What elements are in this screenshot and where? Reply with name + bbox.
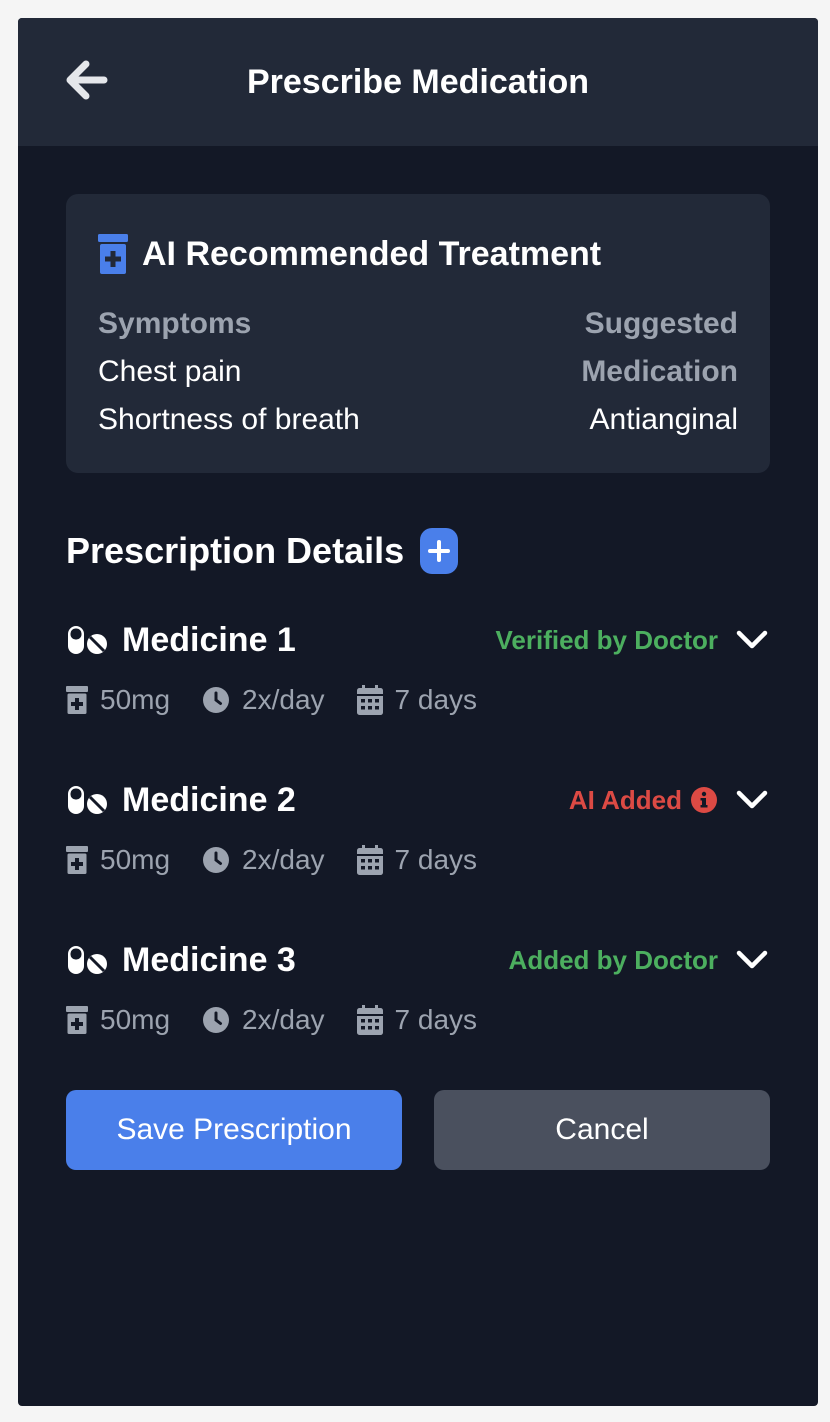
symptoms-column: Symptoms Chest pain Shortness of breath xyxy=(98,300,360,444)
frequency-info: 2x/day xyxy=(202,1000,325,1040)
medicine-name: Medicine 2 xyxy=(122,781,296,819)
suggested-medication-column: Suggested Medication Antianginal xyxy=(581,300,738,444)
clock-icon xyxy=(203,847,230,873)
medicine-header[interactable]: Medicine 1 Verified by Doctor xyxy=(66,618,770,662)
status-text: Added by Doctor xyxy=(508,945,718,975)
dose-value: 50mg xyxy=(100,844,171,875)
frequency-value: 2x/day xyxy=(242,1004,325,1035)
calendar-icon xyxy=(356,1005,383,1035)
frequency-info: 2x/day xyxy=(202,680,325,720)
status-badge: Verified by Doctor xyxy=(496,620,719,660)
save-prescription-button[interactable]: Save Prescription xyxy=(66,1090,402,1170)
duration-info: 7 days xyxy=(356,680,478,720)
page-title: Prescribe Medication xyxy=(246,63,589,101)
prescription-bottle-icon xyxy=(98,234,128,274)
expand-button[interactable] xyxy=(734,622,770,658)
status-badge: Added by Doctor xyxy=(509,940,718,980)
expand-button[interactable] xyxy=(734,942,770,978)
add-medicine-button[interactable] xyxy=(420,528,459,574)
frequency-value: 2x/day xyxy=(242,844,325,875)
medicine-meta: 50mg 2x/day 7 days xyxy=(66,680,509,720)
medication-label: Medication xyxy=(581,355,738,388)
pills-icon xyxy=(68,946,107,974)
prescription-bottle-icon xyxy=(66,686,88,714)
pills-icon xyxy=(68,786,107,814)
frequency-info: 2x/day xyxy=(202,840,325,880)
duration-value: 7 days xyxy=(394,1004,478,1035)
calendar-icon xyxy=(356,685,383,715)
pills-icon xyxy=(68,626,107,654)
clock-icon xyxy=(203,687,230,713)
duration-info: 7 days xyxy=(356,840,478,880)
prescription-details-header: Prescription Details xyxy=(66,527,459,575)
frequency-value: 2x/day xyxy=(242,684,325,715)
dose-info: 50mg xyxy=(66,1000,170,1040)
status-text: Verified by Doctor xyxy=(495,625,719,655)
medicine-header[interactable]: Medicine 2 AI Added xyxy=(66,778,770,822)
symptom-item: Chest pain xyxy=(98,355,242,388)
plus-icon xyxy=(428,540,451,562)
chevron-down-icon xyxy=(736,950,768,969)
cancel-button[interactable]: Cancel xyxy=(434,1090,770,1170)
medicine-header[interactable]: Medicine 3 Added by Doctor xyxy=(66,938,770,982)
info-circle-icon[interactable] xyxy=(690,786,718,814)
prescription-bottle-icon xyxy=(66,1006,88,1034)
status-badge: AI Added xyxy=(569,780,718,820)
dose-info: 50mg xyxy=(66,840,170,880)
symptom-item: Shortness of breath xyxy=(98,403,360,436)
medicine-meta: 50mg 2x/day 7 days xyxy=(66,1000,509,1040)
medicine-item: Medicine 1 Verified by Doctor 50mg 2x/da… xyxy=(66,618,770,738)
duration-value: 7 days xyxy=(394,844,478,875)
medicine-meta: 50mg 2x/day 7 days xyxy=(66,840,509,880)
ai-card-header: AI Recommended Treatment xyxy=(98,234,601,274)
chevron-down-icon xyxy=(736,630,768,649)
suggested-label: Suggested xyxy=(584,307,738,340)
medicine-item: Medicine 3 Added by Doctor 50mg 2x/day 7… xyxy=(66,938,770,1058)
section-title: Prescription Details xyxy=(66,530,405,571)
calendar-icon xyxy=(356,845,383,875)
clock-icon xyxy=(203,1007,230,1033)
ai-recommendation-card: AI Recommended Treatment Symptoms Chest … xyxy=(66,194,770,473)
dose-value: 50mg xyxy=(100,684,171,715)
app-window: Prescribe Medication AI Recommended Trea… xyxy=(18,18,818,1406)
duration-value: 7 days xyxy=(394,684,478,715)
ai-card-title: AI Recommended Treatment xyxy=(142,235,602,273)
duration-info: 7 days xyxy=(356,1000,478,1040)
medicine-name: Medicine 3 xyxy=(122,941,296,979)
medicine-item: Medicine 2 AI Added 50mg 2x/day 7 days xyxy=(66,778,770,898)
header-bar: Prescribe Medication xyxy=(18,18,818,146)
symptoms-label: Symptoms xyxy=(98,307,252,340)
status-text: AI Added xyxy=(568,785,682,815)
chevron-down-icon xyxy=(736,790,768,809)
prescription-bottle-icon xyxy=(66,846,88,874)
dose-value: 50mg xyxy=(100,1004,171,1035)
medicine-name: Medicine 1 xyxy=(122,621,296,659)
expand-button[interactable] xyxy=(734,782,770,818)
suggested-medication-value: Antianginal xyxy=(589,403,738,436)
dose-info: 50mg xyxy=(66,680,170,720)
